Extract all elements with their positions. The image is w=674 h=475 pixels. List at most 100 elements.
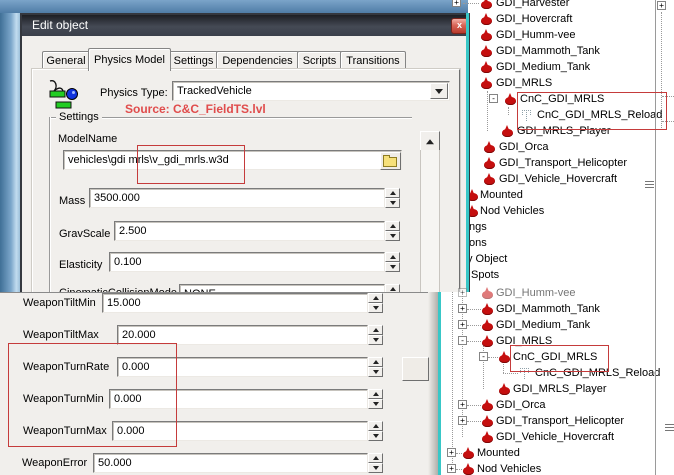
red-pawn-icon xyxy=(481,77,492,89)
spin-down-icon xyxy=(385,262,400,272)
red-pawn-icon xyxy=(482,415,493,427)
panel-splitter-line xyxy=(655,0,656,475)
red-pawn-icon xyxy=(499,383,510,395)
tree-item-label[interactable]: Mounted xyxy=(480,189,523,202)
groupbox-border xyxy=(49,117,50,294)
mass-field[interactable]: 3500.000 xyxy=(89,188,385,208)
red-pawn-icon xyxy=(482,319,493,331)
red-pawn-icon xyxy=(482,287,493,299)
tree-row[interactable]: + Nod Vehicles xyxy=(0,461,674,475)
spring-ball-icon xyxy=(46,77,80,113)
physics-type-label: Physics Type: xyxy=(100,86,168,100)
red-pawn-icon xyxy=(481,13,492,25)
dialog-title: Edit object xyxy=(32,15,88,36)
tree-item-label[interactable]: GDI_Orca xyxy=(499,141,549,154)
red-pawn-icon xyxy=(463,447,474,459)
tree-item-label[interactable]: GDI_Harvester xyxy=(496,0,569,10)
tree-item-label[interactable]: Nod Vehicles xyxy=(477,463,541,475)
panel-edge-accent xyxy=(438,292,441,475)
spin-up-icon xyxy=(385,221,400,231)
tree-item-label[interactable]: ngs xyxy=(469,221,487,234)
red-pawn-icon xyxy=(502,125,513,137)
tree-row[interactable]: + GDI_Harvester xyxy=(0,0,674,11)
tab-settings[interactable]: Settings xyxy=(169,51,218,70)
tree-item-label[interactable]: GDI_Transport_Helicopter xyxy=(496,415,624,428)
tree-item-label[interactable]: GDI_Mammoth_Tank xyxy=(496,45,600,58)
red-pawn-icon xyxy=(505,93,516,105)
tree-row[interactable]: + GDI_Mammoth_Tank xyxy=(0,301,674,317)
tab-dependencies[interactable]: Dependencies xyxy=(216,51,299,70)
splitter-grip[interactable] xyxy=(645,181,654,190)
collapse-icon[interactable]: - xyxy=(479,352,488,361)
collapse-icon[interactable]: - xyxy=(458,336,467,345)
modelname-label: ModelName xyxy=(58,132,117,146)
annotation-box-modelname xyxy=(137,145,245,184)
tree-row[interactable]: + GDI_Humm-vee xyxy=(0,285,674,301)
red-pawn-icon xyxy=(482,303,493,315)
red-pawn-icon xyxy=(470,205,478,217)
spin-up-icon xyxy=(385,252,400,262)
red-pawn-icon xyxy=(482,399,493,411)
elasticity-stepper[interactable] xyxy=(385,252,400,272)
red-pawn-icon xyxy=(481,0,492,9)
scrollbar-up-button[interactable] xyxy=(420,131,440,152)
dialog-titlebar[interactable]: Edit object xyxy=(22,15,468,36)
annotation-box-mrls-reload-top xyxy=(517,92,667,130)
expand-icon[interactable]: + xyxy=(458,288,467,297)
tree-item-label[interactable]: GDI_Medium_Tank xyxy=(496,61,590,74)
tab-transitions[interactable]: Transitions xyxy=(340,51,406,70)
splitter-grip[interactable] xyxy=(665,424,674,433)
annotation-box-cnc-gdi-mrls xyxy=(510,345,609,372)
expand-icon[interactable]: + xyxy=(452,0,461,7)
red-pawn-icon xyxy=(484,141,495,153)
tree-item-label[interactable]: Nod Vehicles xyxy=(480,205,544,218)
gravscale-stepper[interactable] xyxy=(385,221,400,241)
expand-icon[interactable]: + xyxy=(447,448,456,457)
tree-item-label[interactable]: GDI_Orca xyxy=(496,399,546,412)
tree-item-label[interactable]: GDI_Medium_Tank xyxy=(496,319,590,332)
tree-item-label[interactable]: y Object xyxy=(467,253,507,266)
chevron-down-icon[interactable] xyxy=(430,83,448,99)
mass-stepper[interactable] xyxy=(385,188,400,208)
tree-item-label[interactable]: GDI_Mammoth_Tank xyxy=(496,303,600,316)
spin-down-icon xyxy=(385,198,400,208)
tree-item-label[interactable]: GDI_MRLS_Player xyxy=(513,383,607,396)
collapse-icon[interactable]: - xyxy=(489,94,498,103)
red-pawn-icon xyxy=(484,173,495,185)
tree-item-label[interactable]: Mounted xyxy=(477,447,520,460)
tree-item-label[interactable]: GDI_Vehicle_Hovercraft xyxy=(496,431,614,444)
red-pawn-icon xyxy=(484,157,495,169)
expand-icon[interactable]: + xyxy=(458,304,467,313)
gravscale-field[interactable]: 2.500 xyxy=(114,221,385,241)
tree-item-label[interactable]: ons xyxy=(469,237,487,250)
close-icon: x xyxy=(457,20,462,30)
tree-row[interactable]: + Mounted xyxy=(0,445,674,461)
browse-button[interactable] xyxy=(380,152,401,170)
expand-icon[interactable]: + xyxy=(447,464,456,473)
tab-general[interactable]: General xyxy=(42,51,90,70)
tab-scripts[interactable]: Scripts xyxy=(297,51,342,70)
tree-item-label[interactable]: Spots xyxy=(471,269,499,282)
red-pawn-icon xyxy=(499,351,510,363)
screenshot-root: + + GDI_Harvester GDI_Hovercraft GDI_Hum… xyxy=(0,0,674,475)
tab-physics-model[interactable]: Physics Model xyxy=(88,48,171,71)
expand-icon[interactable]: + xyxy=(458,416,467,425)
scrollbar-track[interactable] xyxy=(420,150,440,294)
expand-icon[interactable]: + xyxy=(458,320,467,329)
tree-row[interactable]: + GDI_Medium_Tank xyxy=(0,317,674,333)
folder-icon xyxy=(383,157,397,167)
tree-item-label[interactable]: GDI_Vehicle_Hovercraft xyxy=(499,173,617,186)
elasticity-field[interactable]: 0.100 xyxy=(109,252,385,272)
panel-edge-accent xyxy=(466,13,469,292)
expand-icon[interactable]: + xyxy=(458,400,467,409)
mass-label: Mass xyxy=(59,194,85,208)
tree-item-label[interactable]: GDI_Transport_Helicopter xyxy=(499,157,627,170)
tree-item-label[interactable]: GDI_Humm-vee xyxy=(496,287,575,300)
tree-item-label[interactable]: GDI_Hovercraft xyxy=(496,13,572,26)
edit-object-dialog: Edit object x General Physics Model Sett… xyxy=(20,13,470,296)
red-pawn-icon xyxy=(482,431,493,443)
physics-type-combo[interactable]: TrackedVehicle xyxy=(172,81,450,101)
tree-item-label[interactable]: GDI_Humm-vee xyxy=(496,29,575,42)
tree-item-label[interactable]: GDI_MRLS xyxy=(496,77,552,90)
red-pawn-icon xyxy=(481,61,492,73)
